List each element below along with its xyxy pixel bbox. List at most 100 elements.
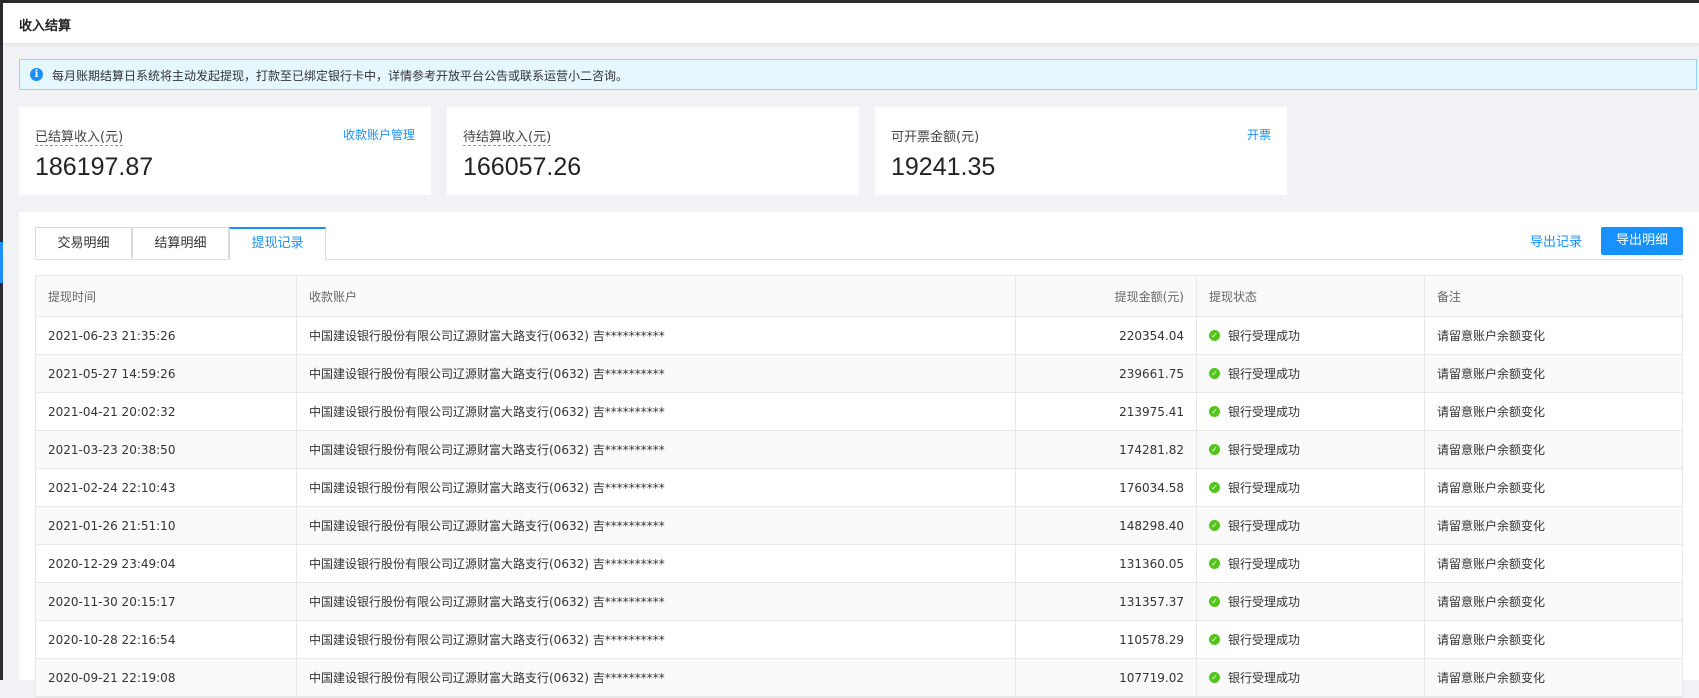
success-check-icon: ✓ [1209, 596, 1220, 607]
invoice-amount-value: 19241.35 [891, 153, 996, 181]
withdrawal-amount: 131360.05 [1016, 545, 1197, 582]
withdrawal-time: 2021-01-26 21:51:10 [36, 507, 297, 544]
receiving-account: 中国建设银行股份有限公司辽源财富大路支行(0632) 吉********** [297, 583, 1016, 620]
receiving-account: 中国建设银行股份有限公司辽源财富大路支行(0632) 吉********** [297, 545, 1016, 582]
table-header-row: 提现时间 收款账户 提现金额(元) 提现状态 备注 [36, 276, 1682, 317]
table-row: 2020-12-29 23:49:04 中国建设银行股份有限公司辽源财富大路支行(… [36, 545, 1682, 583]
column-header-time: 提现时间 [36, 276, 297, 316]
status-text: 银行受理成功 [1228, 595, 1301, 609]
withdrawal-note: 请留意账户余额变化 [1437, 557, 1546, 571]
withdrawal-time: 2021-05-27 14:59:26 [36, 355, 297, 392]
receiving-account: 中国建设银行股份有限公司辽源财富大路支行(0632) 吉********** [297, 317, 1016, 354]
withdrawal-status: ✓ 银行受理成功 [1197, 621, 1425, 658]
receiving-account: 中国建设银行股份有限公司辽源财富大路支行(0632) 吉********** [297, 469, 1016, 506]
withdrawal-amount: 176034.58 [1016, 469, 1197, 506]
tab-transaction-details[interactable]: 交易明细 [35, 227, 132, 258]
table-row: 2021-04-21 20:02:32 中国建设银行股份有限公司辽源财富大路支行(… [36, 393, 1682, 431]
invoice-amount-label: 可开票金额(元) [891, 130, 980, 145]
status-text: 银行受理成功 [1228, 671, 1301, 685]
withdrawal-status: ✓ 银行受理成功 [1197, 545, 1425, 582]
success-check-icon: ✓ [1209, 406, 1220, 417]
withdrawal-status: ✓ 银行受理成功 [1197, 507, 1425, 544]
column-header-status: 提现状态 [1197, 276, 1425, 316]
success-check-icon: ✓ [1209, 330, 1220, 341]
withdrawal-status: ✓ 银行受理成功 [1197, 355, 1425, 392]
withdrawal-amount: 110578.29 [1016, 621, 1197, 658]
withdrawal-time: 2021-06-23 21:35:26 [36, 317, 297, 354]
success-check-icon: ✓ [1209, 482, 1220, 493]
withdrawal-amount: 174281.82 [1016, 431, 1197, 468]
withdrawal-table: 提现时间 收款账户 提现金额(元) 提现状态 备注 2021-06-23 21:… [35, 275, 1683, 698]
withdrawal-amount: 213975.41 [1016, 393, 1197, 430]
export-details-button[interactable]: 导出明细 [1601, 227, 1683, 255]
status-text: 银行受理成功 [1228, 519, 1301, 533]
receiving-account: 中国建设银行股份有限公司辽源财富大路支行(0632) 吉********** [297, 507, 1016, 544]
withdrawal-amount: 107719.02 [1016, 659, 1197, 696]
table-row: 2021-02-24 22:10:43 中国建设银行股份有限公司辽源财富大路支行(… [36, 469, 1682, 507]
withdrawal-note: 请留意账户余额变化 [1437, 443, 1546, 457]
withdrawal-time: 2021-03-23 20:38:50 [36, 431, 297, 468]
notice-text: 每月账期结算日系统将主动发起提现，打款至已绑定银行卡中，详情参考开放平台公告或联… [52, 69, 629, 83]
withdrawal-time: 2020-12-29 23:49:04 [36, 545, 297, 582]
column-header-note: 备注 [1437, 289, 1462, 304]
pending-income-value: 166057.26 [463, 153, 582, 181]
column-header-amount: 提现金额(元) [1016, 276, 1197, 316]
receiving-account: 中国建设银行股份有限公司辽源财富大路支行(0632) 吉********** [297, 659, 1016, 696]
table-row: 2021-01-26 21:51:10 中国建设银行股份有限公司辽源财富大路支行(… [36, 507, 1682, 545]
success-check-icon: ✓ [1209, 634, 1220, 645]
withdrawal-amount: 239661.75 [1016, 355, 1197, 392]
withdrawal-note: 请留意账户余额变化 [1437, 405, 1546, 419]
page-title: 收入结算 [19, 19, 72, 34]
invoice-link[interactable]: 开票 [1247, 126, 1271, 143]
records-panel: 交易明细 结算明细 提现记录 导出记录 导出明细 提现时间 收款账户 提现金额(… [19, 212, 1699, 698]
withdrawal-time: 2021-02-24 22:10:43 [36, 469, 297, 506]
table-row: 2020-09-21 22:19:08 中国建设银行股份有限公司辽源财富大路支行(… [36, 659, 1682, 697]
withdrawal-status: ✓ 银行受理成功 [1197, 431, 1425, 468]
pending-income-label[interactable]: 待结算收入(元) [463, 126, 552, 146]
tab-bar: 交易明细 结算明细 提现记录 [35, 227, 1683, 260]
table-row: 2021-03-23 20:38:50 中国建设银行股份有限公司辽源财富大路支行(… [36, 431, 1682, 469]
tab-withdrawal-records[interactable]: 提现记录 [229, 227, 326, 260]
export-records-button[interactable]: 导出记录 [1530, 229, 1582, 257]
withdrawal-time: 2020-10-28 22:16:54 [36, 621, 297, 658]
withdrawal-status: ✓ 银行受理成功 [1197, 317, 1425, 354]
withdrawal-note: 请留意账户余额变化 [1437, 519, 1546, 533]
withdrawal-time: 2021-04-21 20:02:32 [36, 393, 297, 430]
success-check-icon: ✓ [1209, 558, 1220, 569]
withdrawal-status: ✓ 银行受理成功 [1197, 659, 1425, 696]
pending-income-card: 待结算收入(元) 166057.26 [447, 107, 859, 195]
tab-settlement-details[interactable]: 结算明细 [132, 227, 229, 258]
window-frame-left [0, 0, 3, 680]
status-text: 银行受理成功 [1228, 367, 1301, 381]
withdrawal-note: 请留意账户余额变化 [1437, 367, 1546, 381]
settled-income-value: 186197.87 [35, 153, 154, 181]
page-header: 收入结算 [3, 3, 1699, 44]
settled-income-card: 已结算收入(元) 收款账户管理 186197.87 [19, 107, 431, 195]
status-text: 银行受理成功 [1228, 405, 1301, 419]
nav-active-indicator [0, 242, 3, 283]
withdrawal-note: 请留意账户余额变化 [1437, 633, 1546, 647]
table-row: 2021-06-23 21:35:26 中国建设银行股份有限公司辽源财富大路支行(… [36, 317, 1682, 355]
receiving-account: 中国建设银行股份有限公司辽源财富大路支行(0632) 吉********** [297, 393, 1016, 430]
receiving-account: 中国建设银行股份有限公司辽源财富大路支行(0632) 吉********** [297, 355, 1016, 392]
account-manage-link[interactable]: 收款账户管理 [343, 126, 415, 143]
info-icon: i [30, 68, 43, 81]
column-header-account: 收款账户 [297, 276, 1016, 316]
withdrawal-note: 请留意账户余额变化 [1437, 671, 1546, 685]
withdrawal-amount: 131357.37 [1016, 583, 1197, 620]
receiving-account: 中国建设银行股份有限公司辽源财富大路支行(0632) 吉********** [297, 431, 1016, 468]
receiving-account: 中国建设银行股份有限公司辽源财富大路支行(0632) 吉********** [297, 621, 1016, 658]
withdrawal-status: ✓ 银行受理成功 [1197, 583, 1425, 620]
status-text: 银行受理成功 [1228, 557, 1301, 571]
settled-income-label[interactable]: 已结算收入(元) [35, 126, 124, 146]
success-check-icon: ✓ [1209, 368, 1220, 379]
table-body: 2021-06-23 21:35:26 中国建设银行股份有限公司辽源财富大路支行(… [36, 317, 1682, 697]
success-check-icon: ✓ [1209, 444, 1220, 455]
withdrawal-time: 2020-11-30 20:15:17 [36, 583, 297, 620]
status-text: 银行受理成功 [1228, 633, 1301, 647]
withdrawal-status: ✓ 银行受理成功 [1197, 469, 1425, 506]
table-row: 2021-05-27 14:59:26 中国建设银行股份有限公司辽源财富大路支行(… [36, 355, 1682, 393]
status-text: 银行受理成功 [1228, 443, 1301, 457]
success-check-icon: ✓ [1209, 672, 1220, 683]
withdrawal-amount: 148298.40 [1016, 507, 1197, 544]
